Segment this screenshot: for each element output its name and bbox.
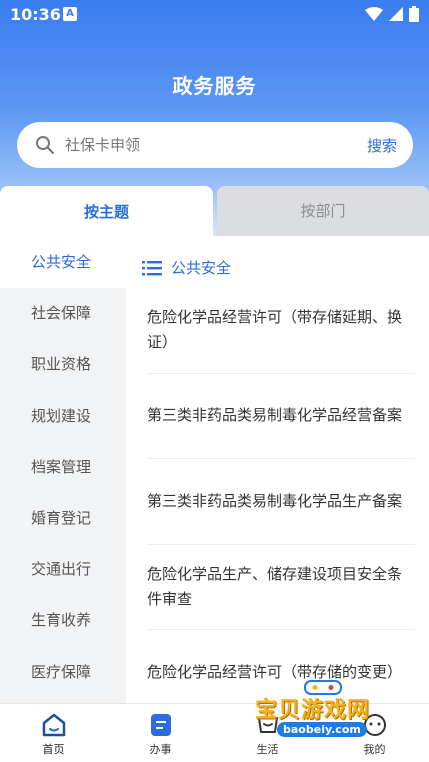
- search-input[interactable]: [65, 133, 345, 157]
- nav-profile-label: 我的: [363, 743, 386, 756]
- sidebar-item-social-security[interactable]: 社会保障: [0, 288, 126, 339]
- tab-by-theme[interactable]: 按主题: [0, 186, 213, 238]
- sidebar-item-marriage-registration[interactable]: 婚育登记: [0, 493, 126, 544]
- search-bar[interactable]: 搜索: [17, 122, 413, 168]
- wifi-icon: [365, 7, 383, 21]
- status-time: 10:36: [10, 5, 61, 24]
- service-list-panel: 公共安全 危险化学品经营许可（带存储延期、换证） 第三类非药品类易制毒化学品经营…: [126, 237, 429, 703]
- list-item[interactable]: 第三类非药品类易制毒化学品经营备案: [147, 374, 415, 459]
- list-item[interactable]: 第三类非药品类易制毒化学品生产备案: [147, 459, 415, 545]
- watermark-logo: 宝贝游戏网 baobeiy.com: [255, 680, 395, 740]
- sidebar-item-public-safety[interactable]: 公共安全: [0, 237, 126, 289]
- category-title: 公共安全: [171, 259, 232, 277]
- nav-life-label: 生活: [256, 743, 279, 756]
- search-icon: [36, 136, 54, 154]
- service-list: 危险化学品经营许可（带存储延期、换证） 第三类非药品类易制毒化学品经营备案 第三…: [126, 288, 429, 703]
- sidebar-item-archives[interactable]: 档案管理: [0, 442, 126, 493]
- status-bar: 10:36 A: [0, 0, 429, 30]
- page-title: 政务服务: [172, 74, 257, 98]
- status-icons: [365, 6, 419, 22]
- list-item[interactable]: 危险化学品经营许可（带存储延期、换证）: [147, 288, 415, 374]
- sidebar: 公共安全 社会保障 职业资格 规划建设 档案管理 婚育登记 交通出行 生育收养 …: [0, 237, 126, 703]
- list-item[interactable]: 危险化学品生产、储存建设项目安全条件审查: [147, 545, 415, 630]
- sidebar-item-medical-insurance[interactable]: 医疗保障: [0, 647, 126, 698]
- tab-by-department[interactable]: 按部门: [217, 186, 429, 236]
- notification-icon: A: [63, 7, 77, 21]
- watermark-url: baobeiy.com: [277, 722, 367, 737]
- sidebar-item-planning-construction[interactable]: 规划建设: [0, 391, 126, 442]
- nav-service-label: 办事: [149, 743, 172, 756]
- service-icon: [151, 714, 171, 736]
- home-icon: [42, 713, 66, 737]
- sidebar-item-adoption[interactable]: 生育收养: [0, 595, 126, 646]
- signal-icon: [389, 7, 403, 21]
- nav-service[interactable]: 办事: [107, 704, 214, 762]
- list-icon: [142, 260, 162, 275]
- sidebar-item-professional-qualification[interactable]: 职业资格: [0, 339, 126, 390]
- nav-home[interactable]: 首页: [0, 704, 107, 762]
- watermark-text: 宝贝游戏网: [255, 698, 371, 723]
- battery-icon: [409, 6, 419, 22]
- search-button[interactable]: 搜索: [367, 135, 397, 156]
- sidebar-item-transportation[interactable]: 交通出行: [0, 544, 126, 595]
- category-header: 公共安全: [142, 257, 231, 278]
- nav-home-label: 首页: [42, 743, 65, 756]
